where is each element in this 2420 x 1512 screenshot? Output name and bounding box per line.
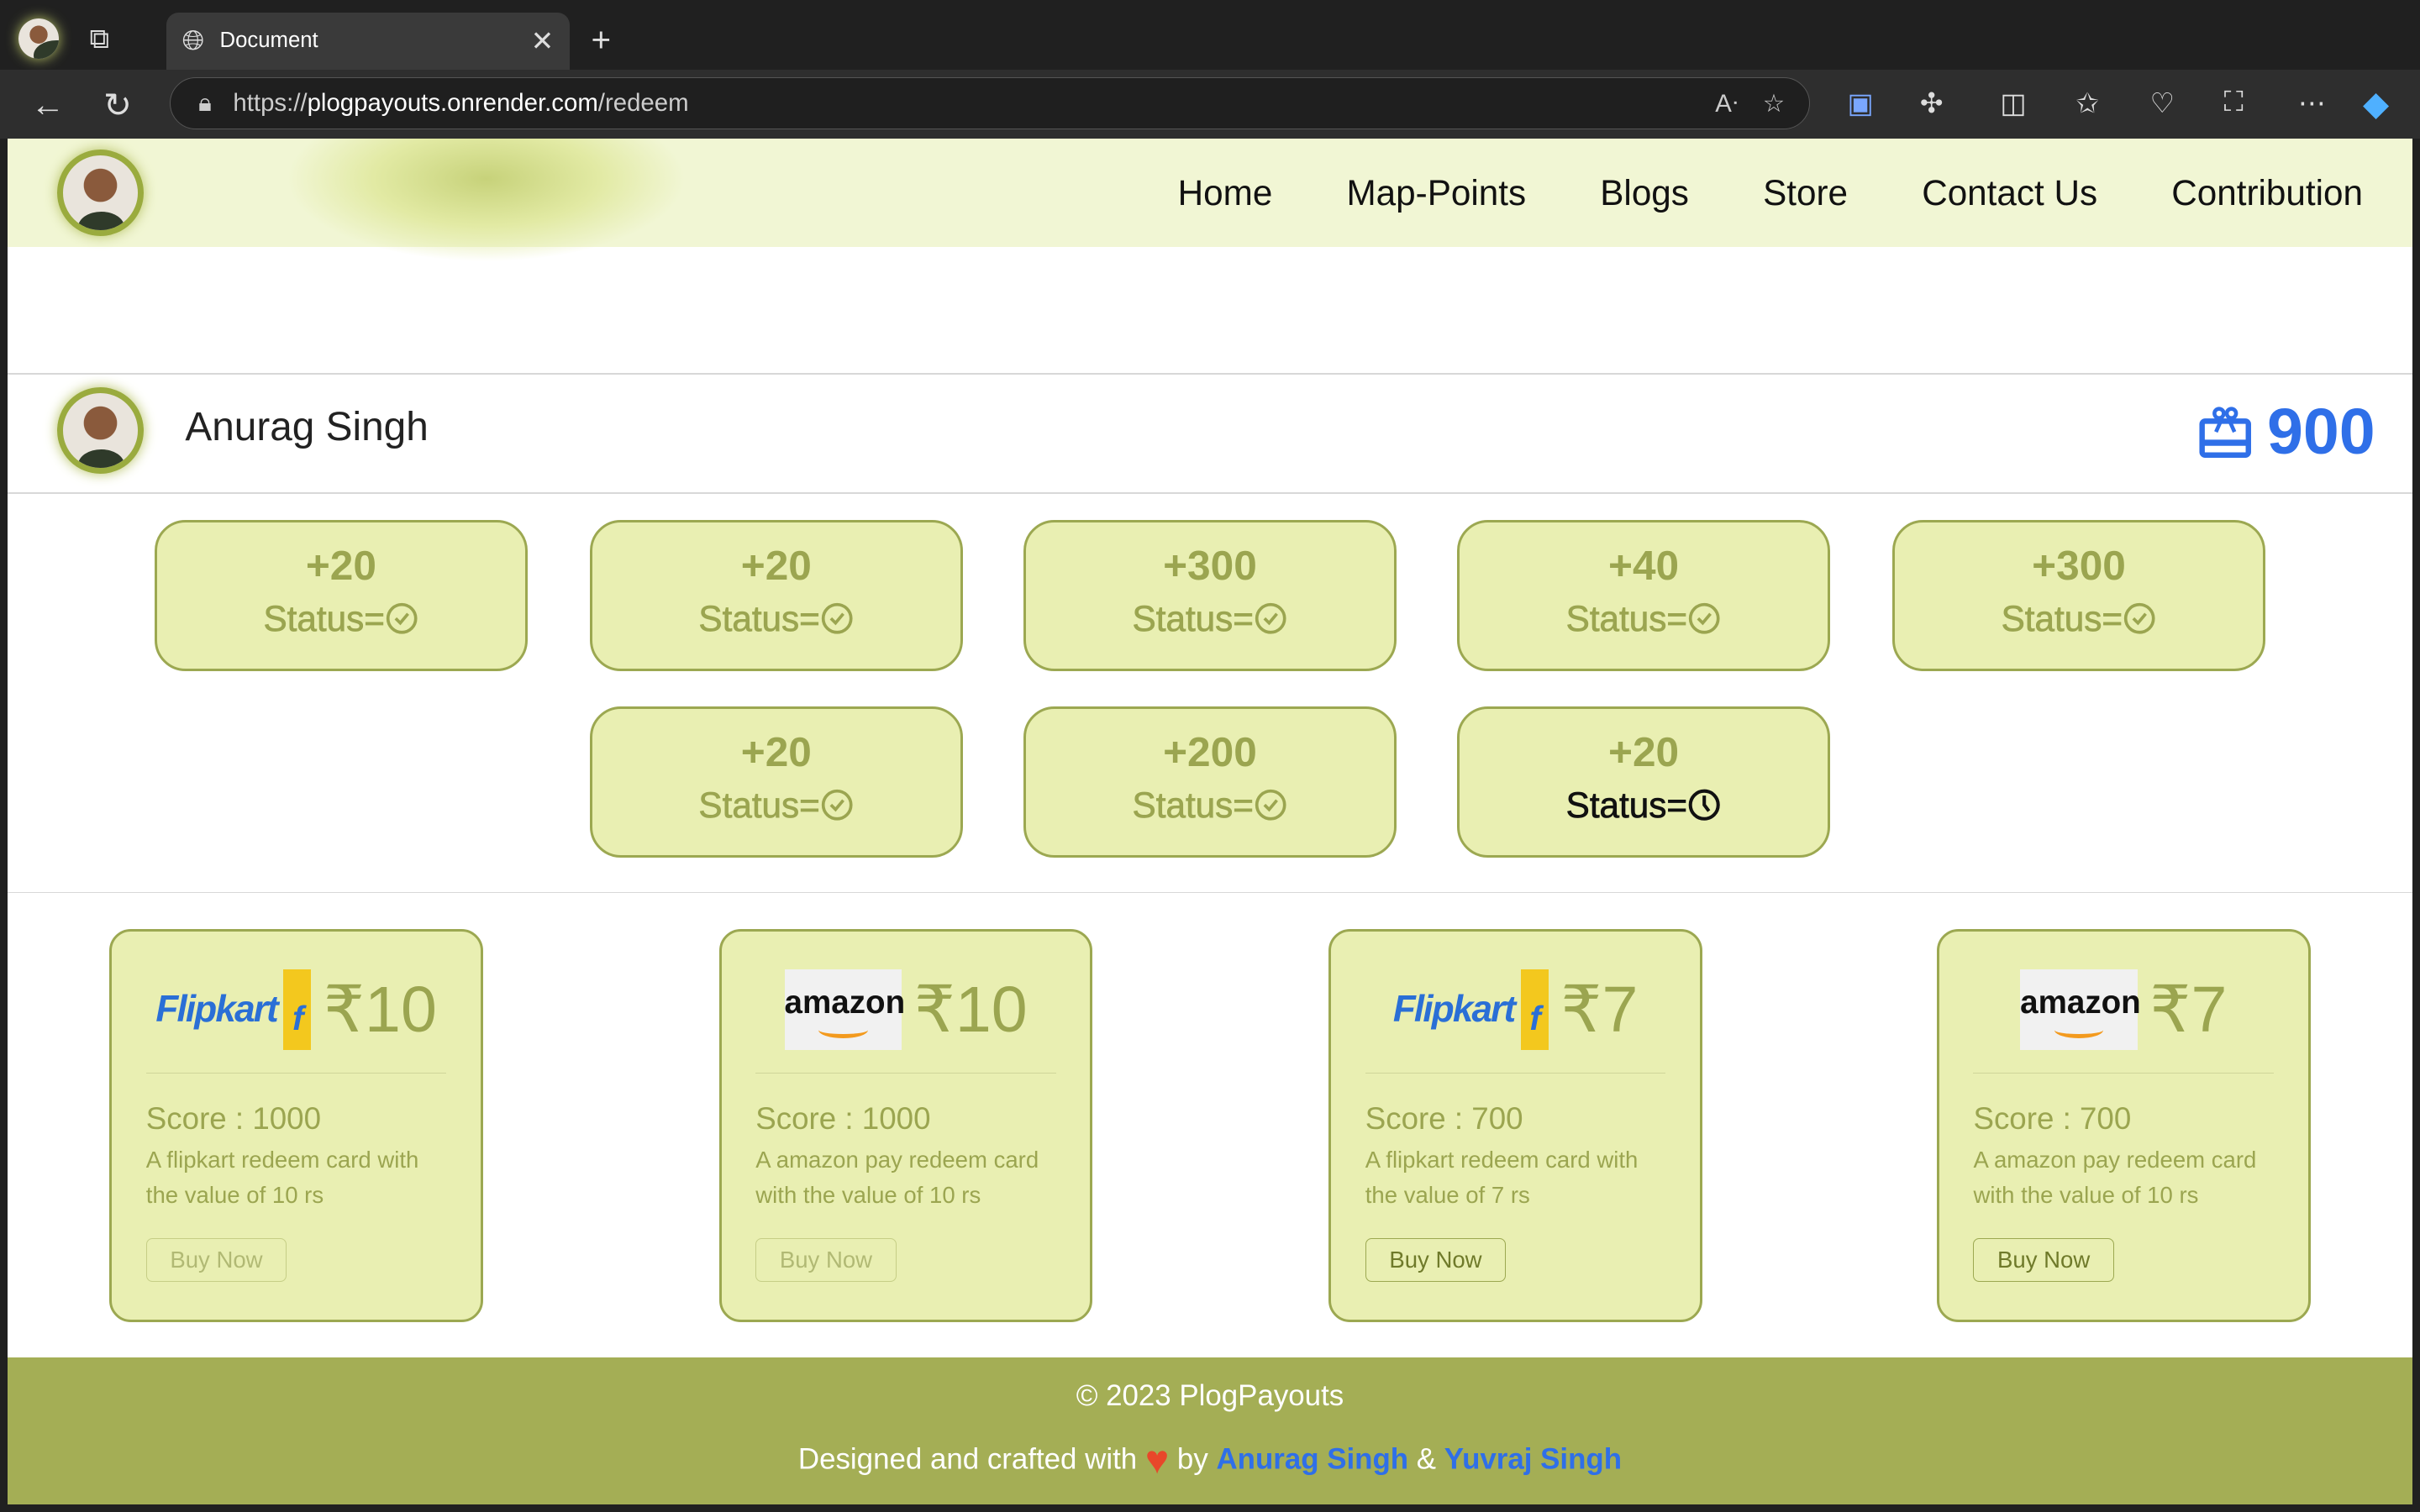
amazon-logo: amazon — [2020, 969, 2141, 1050]
read-aloud-icon[interactable]: A͏ᐧ — [1715, 89, 1738, 118]
nav-contribution[interactable]: Contribution — [2171, 173, 2363, 213]
author-link-yuvraj[interactable]: Yuvraj Singh — [1444, 1443, 1622, 1476]
activity-points: +200 — [1163, 728, 1257, 776]
extensions-puzzle-icon[interactable]: ✣ — [1920, 87, 1944, 120]
flipkart-logo: Flipkart f — [155, 969, 312, 1050]
site-logo-avatar[interactable] — [56, 150, 144, 236]
check-circle-icon — [1255, 790, 1286, 821]
globe-icon: 🌐︎ — [182, 24, 205, 56]
card-description: A flipkart redeem card with the value of… — [145, 1147, 419, 1209]
author-link-anurag[interactable]: Anurag Singh — [1216, 1443, 1408, 1476]
activity-status-label: Status= — [2001, 599, 2123, 639]
activity-status-label: Status= — [1565, 599, 1688, 639]
store-card: amazon ₹7 Score : 700 A amazon pay redeem… — [1937, 928, 2311, 1323]
back-icon[interactable]: ← — [31, 85, 65, 124]
activity-card: +300 Status= — [1891, 519, 2266, 671]
favorite-star-icon[interactable]: ☆ — [1763, 89, 1785, 118]
tab-actions-icon[interactable]: ⧉ — [90, 24, 110, 55]
card-value: ₹7 — [1560, 973, 1639, 1046]
buy-now-button[interactable]: Buy Now — [145, 1237, 287, 1283]
copilot-icon[interactable]: ◆ — [2363, 83, 2389, 123]
address-bar[interactable]: 🔒︎ https://plogpayouts.onrender.com/rede… — [170, 76, 1811, 130]
divider — [8, 373, 2412, 375]
activity-card: +20 Status= — [154, 519, 529, 671]
nav-contact-us[interactable]: Contact Us — [1922, 173, 2097, 213]
extension-icon[interactable]: ▣ — [1848, 87, 1874, 120]
points-balance: 900 — [2199, 395, 2375, 470]
check-circle-icon — [2123, 602, 2155, 634]
nav-home[interactable]: Home — [1178, 173, 1273, 213]
card-score: Score : 1000 — [755, 1100, 931, 1136]
activity-status-label: Status= — [698, 785, 820, 826]
card-score: Score : 700 — [1365, 1100, 1523, 1136]
check-circle-icon — [386, 602, 418, 634]
activity-status-label: Status= — [1132, 785, 1254, 826]
close-tab-icon[interactable]: ✕ — [531, 24, 555, 58]
footer: © 2023 PlogPayouts Designed and crafted … — [8, 1357, 2412, 1504]
card-description: A amazon pay redeem card with the value … — [755, 1147, 1039, 1209]
activity-status-label: Status= — [1132, 599, 1254, 639]
header-decoration — [285, 139, 687, 263]
heart-icon: ♥ — [1144, 1438, 1170, 1483]
gift-icon — [2199, 407, 2252, 459]
screenshot-icon[interactable]: ⛶ — [2224, 87, 2244, 118]
activity-points: +20 — [305, 541, 376, 589]
card-description: A amazon pay redeem card with the value … — [1973, 1147, 2257, 1209]
card-value: ₹10 — [913, 973, 1028, 1046]
activity-card: +300 Status= — [1023, 519, 1397, 671]
activity-status-label: Status= — [263, 599, 385, 639]
activity-points: +20 — [740, 728, 812, 776]
check-circle-icon — [821, 602, 853, 634]
amazon-logo: amazon — [784, 969, 905, 1050]
page: Home Map-Points Blogs Store Contact Us C… — [8, 139, 2412, 1504]
store-card: Flipkart f ₹10 Score : 1000 A flipkart red… — [109, 928, 483, 1323]
activity-points: +20 — [740, 541, 812, 589]
activity-card: +20 Status= — [589, 519, 964, 671]
favorites-icon[interactable]: ✩ — [2075, 87, 2099, 120]
divider — [8, 891, 2412, 894]
activity-status-label: Status= — [698, 599, 820, 639]
activity-card: +20 Status= — [589, 706, 964, 858]
user-avatar — [56, 387, 144, 474]
card-value: ₹7 — [2149, 973, 2228, 1046]
buy-now-button[interactable]: Buy Now — [1973, 1237, 2114, 1283]
copyright: © 2023 PlogPayouts — [1076, 1378, 1344, 1412]
new-tab-icon[interactable]: + — [591, 20, 611, 60]
activity-card: +200 Status= — [1023, 706, 1397, 858]
nav-map-points[interactable]: Map-Points — [1347, 173, 1527, 213]
card-description: A flipkart redeem card with the value of… — [1365, 1147, 1639, 1209]
activity-points: +40 — [1608, 541, 1680, 589]
check-circle-icon — [1255, 602, 1286, 634]
main-nav: Home Map-Points Blogs Store Contact Us C… — [1178, 139, 2363, 247]
browser-essentials-icon[interactable]: ♡ — [2150, 87, 2175, 120]
activity-points: +300 — [1163, 541, 1257, 589]
activity-card: +40 Status= — [1456, 519, 1831, 671]
clock-icon — [1688, 789, 1720, 822]
check-circle-icon — [821, 790, 853, 821]
activity-status-label: Status= — [1565, 785, 1688, 826]
card-score: Score : 700 — [1973, 1100, 2132, 1136]
flipkart-logo: Flipkart f — [1393, 969, 1549, 1050]
user-name: Anurag Singh — [185, 405, 429, 450]
card-value: ₹10 — [323, 973, 437, 1046]
lock-icon: 🔒︎ — [198, 89, 212, 118]
divider — [8, 491, 2412, 494]
buy-now-button[interactable]: Buy Now — [1365, 1237, 1507, 1283]
split-screen-icon[interactable]: ◫ — [2000, 87, 2026, 120]
store-card: Flipkart f ₹7 Score : 700 A flipkart redee… — [1328, 928, 1702, 1323]
card-score: Score : 1000 — [145, 1100, 322, 1136]
check-circle-icon — [1688, 602, 1720, 634]
activity-card: +20 Status= — [1456, 706, 1831, 858]
reload-icon[interactable]: ↻ — [103, 85, 132, 125]
activity-points: +20 — [1608, 728, 1680, 776]
activity-points: +300 — [2032, 541, 2126, 589]
nav-blogs[interactable]: Blogs — [1600, 173, 1689, 213]
buy-now-button[interactable]: Buy Now — [755, 1237, 897, 1283]
more-menu-icon[interactable]: ⋯ — [2298, 87, 2326, 120]
store-card: amazon ₹10 Score : 1000 A amazon pay rede… — [718, 928, 1093, 1323]
nav-store[interactable]: Store — [1763, 173, 1848, 213]
tab-document[interactable]: 🌐︎ Document ✕ — [166, 12, 570, 70]
profile-avatar-icon[interactable] — [18, 18, 59, 59]
